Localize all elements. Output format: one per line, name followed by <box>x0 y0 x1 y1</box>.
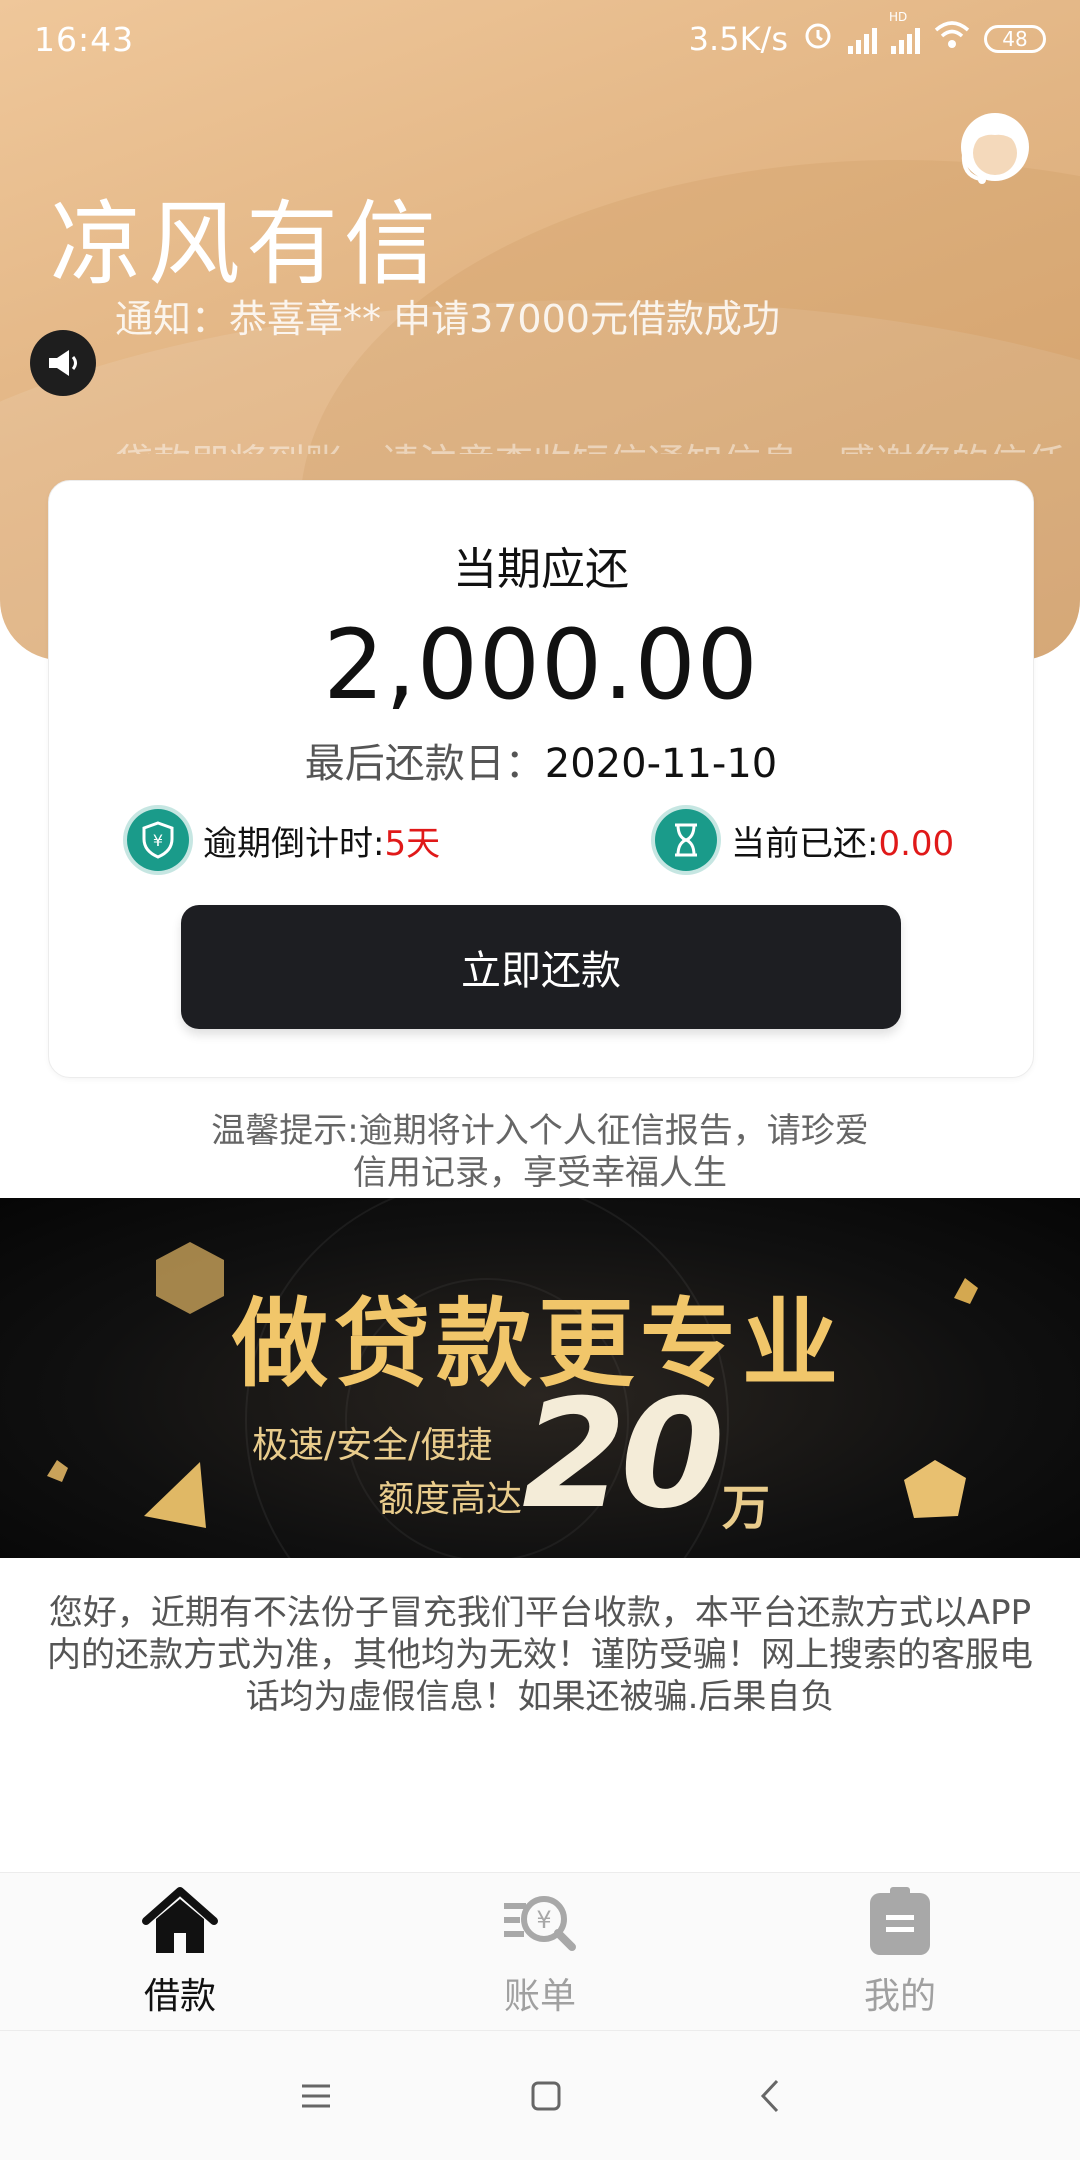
svg-text:¥: ¥ <box>536 1906 551 1934</box>
wifi-icon <box>934 20 970 58</box>
paid-amount: 当前已还:0.00 <box>655 809 954 871</box>
status-time: 16:43 <box>34 19 135 59</box>
home-icon <box>142 1887 218 1953</box>
paid-label: 当前已还: <box>731 823 879 864</box>
customer-service-icon[interactable] <box>950 105 1040 195</box>
notice-text: 通知：恭喜章** 申请37000元借款成功 <box>115 297 780 341</box>
bill-search-icon: ¥ <box>504 1896 576 1951</box>
repay-now-button[interactable]: 立即还款 <box>181 905 901 1029</box>
gold-shard-icon-2 <box>47 1460 68 1482</box>
notice-next-text: 贷款即将到账，请注意查收短信通知信息，感谢您的信任 <box>115 432 1065 454</box>
current-due-label: 当期应还 <box>453 544 629 595</box>
signal-icon <box>848 24 877 54</box>
banner-limit-label: 额度高达 <box>378 1479 523 1520</box>
clipboard-icon <box>870 1887 930 1955</box>
status-bar: 16:43 3.5K/s HD 48 <box>0 0 1080 78</box>
tab-loan-label: 借款 <box>143 1976 216 2017</box>
tab-loan[interactable]: 借款 <box>0 1873 360 2031</box>
tab-mine-label: 我的 <box>863 1976 936 2017</box>
warm-tip-text: 温馨提示:逾期将计入个人征信报告，请珍爱信用记录，享受幸福人生 <box>211 1111 869 1193</box>
promo-banner[interactable]: 做贷款更专业 极速/安全/便捷 额度高达 20 万 <box>0 1198 1080 1558</box>
gold-hexagon-icon <box>156 1242 224 1314</box>
countdown-value: 5天 <box>384 823 441 864</box>
back-icon[interactable] <box>758 2078 782 2114</box>
tab-bill-label: 账单 <box>503 1976 576 2017</box>
fraud-warning-text: 您好，近期有不法份子冒充我们平台收款，本平台还款方式以APP内的还款方式为准，其… <box>47 1593 1033 1717</box>
tab-mine[interactable]: 我的 <box>720 1873 1080 2031</box>
due-date-row: 最后还款日：2020-11-10 <box>49 731 1033 789</box>
system-navigation-bar <box>0 2030 1080 2160</box>
alarm-icon <box>802 19 834 59</box>
gold-gem-icon <box>904 1460 966 1518</box>
gold-triangle-icon <box>144 1462 206 1528</box>
announcement-speaker-icon <box>30 330 96 396</box>
countdown-label: 逾期倒计时: <box>203 823 385 864</box>
hourglass-icon <box>655 809 717 871</box>
app-title: 凉风有信 <box>50 191 443 298</box>
due-date-label: 最后还款日： <box>304 741 545 787</box>
banner-subtitle: 极速/安全/便捷 <box>252 1425 493 1466</box>
paid-value: 0.00 <box>878 823 955 864</box>
tab-bill[interactable]: ¥ 账单 <box>360 1873 720 2031</box>
due-amount: 2,000.00 <box>323 609 759 721</box>
due-date-value: 2020-11-10 <box>544 741 778 787</box>
svg-text:¥: ¥ <box>153 831 163 850</box>
shield-yen-icon: ¥ <box>127 809 189 871</box>
repayment-card: 当期应还 2,000.00 最后还款日：2020-11-10 ¥ 逾期倒计时:5… <box>48 480 1034 1078</box>
home-button-icon[interactable] <box>529 2079 563 2113</box>
overdue-countdown: ¥ 逾期倒计时:5天 <box>127 809 440 871</box>
banner-amount: 20 <box>522 1368 725 1542</box>
net-speed: 3.5K/s <box>688 20 788 58</box>
signal-hd-icon: HD <box>889 10 920 54</box>
battery-icon: 48 <box>984 25 1046 53</box>
bottom-tab-bar: 借款 ¥ 账单 我的 <box>0 1872 1080 2031</box>
menu-icon[interactable] <box>298 2081 334 2111</box>
banner-unit: 万 <box>722 1480 771 1536</box>
gold-shard-icon <box>954 1278 978 1304</box>
